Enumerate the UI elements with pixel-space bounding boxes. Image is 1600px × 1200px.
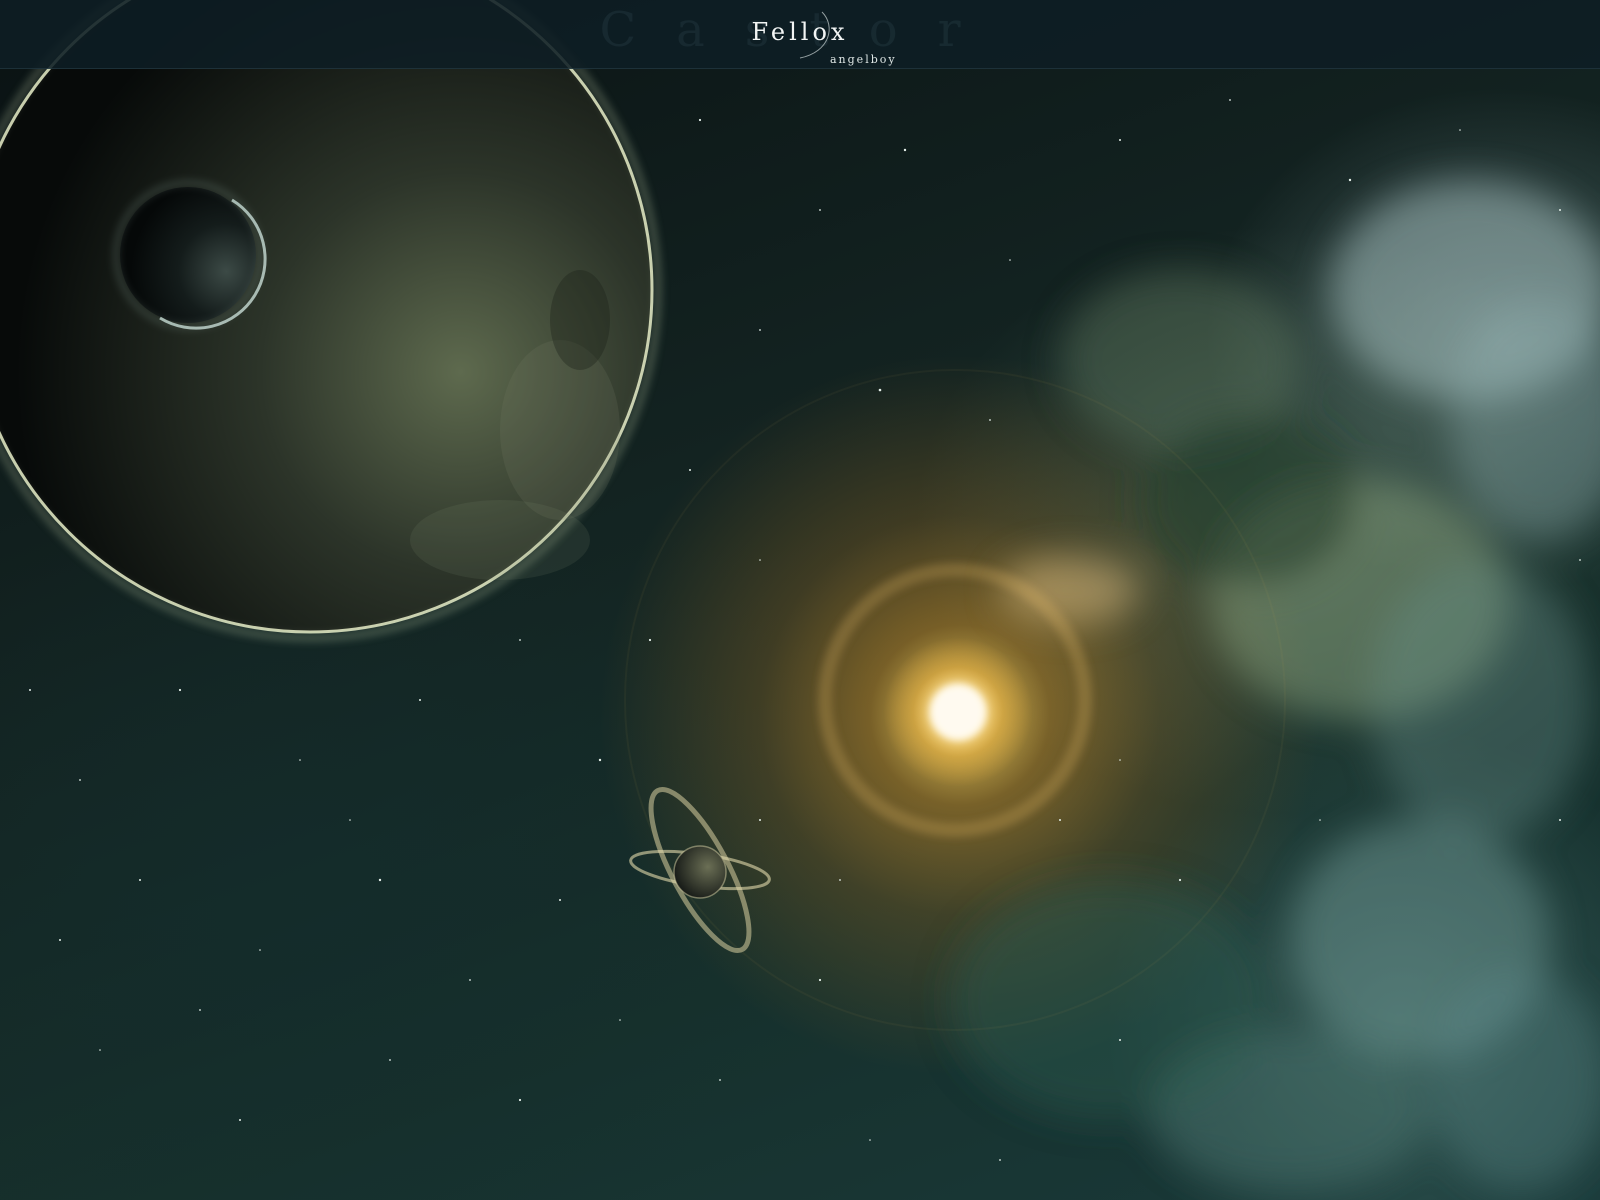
space-scene: Castor Fellox angelboy — [0, 0, 1600, 1200]
large-planet — [0, 0, 662, 642]
author-credit: angelboy — [830, 53, 897, 66]
wallpaper-title: Fellox — [751, 18, 849, 46]
nebula-clouds — [950, 180, 1600, 1190]
header-bar: Castor Fellox angelboy — [0, 0, 1600, 69]
ringed-planet — [629, 786, 771, 954]
scene-artwork — [0, 0, 1600, 1190]
